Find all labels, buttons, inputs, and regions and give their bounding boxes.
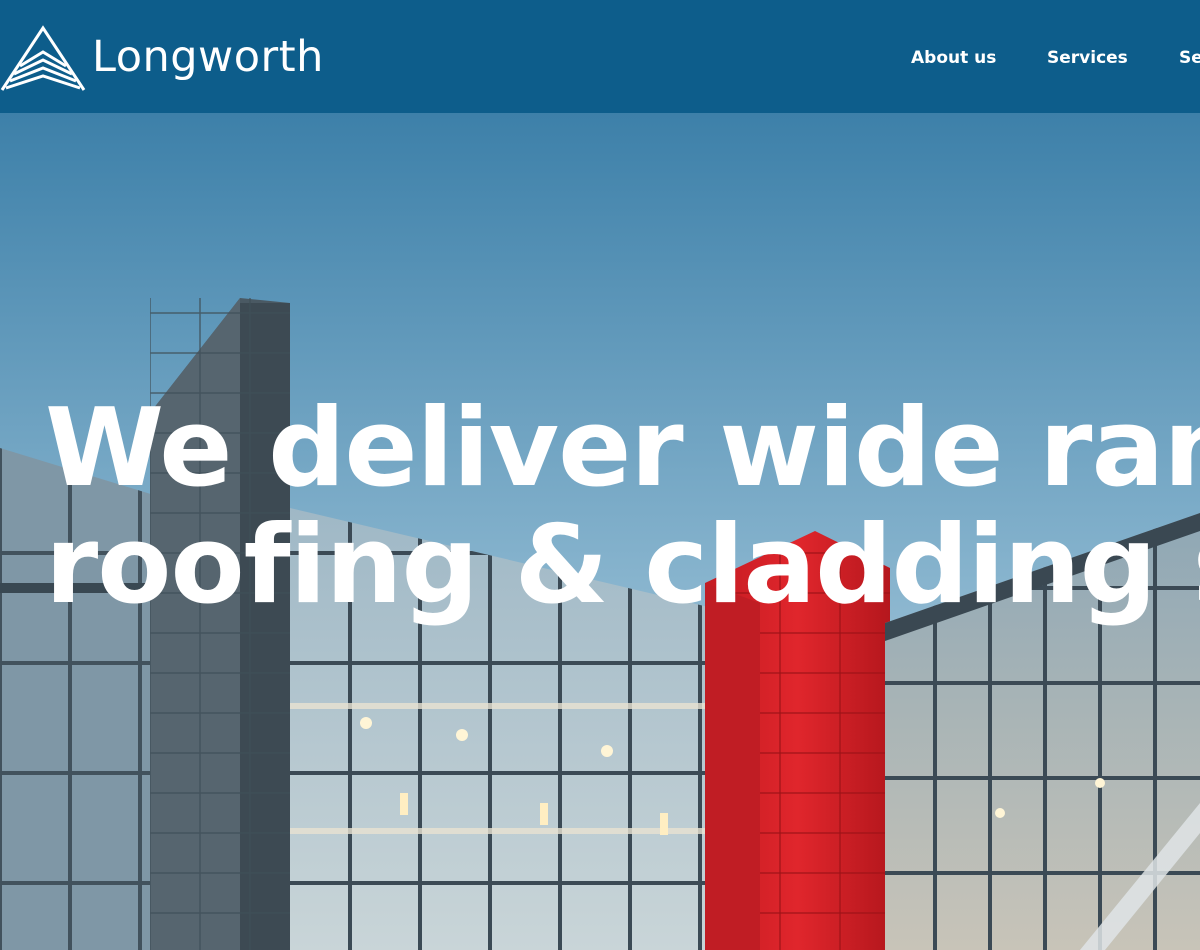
hero-headline-line-1: We deliver wide ran [45, 386, 1200, 511]
site-header: Longworth About us Services Se [0, 0, 1200, 113]
hero-headline-line-2: roofing & cladding s [45, 503, 1200, 628]
nav-item-sectors[interactable]: Se [1179, 48, 1200, 68]
hero-section: We deliver wide ran roofing & cladding s [0, 113, 1200, 950]
main-nav: About us Services Se [0, 48, 1200, 72]
nav-item-about-us[interactable]: About us [911, 48, 996, 68]
hero-headline: We deliver wide ran roofing & cladding s [45, 390, 1200, 624]
nav-item-services[interactable]: Services [1047, 48, 1128, 68]
